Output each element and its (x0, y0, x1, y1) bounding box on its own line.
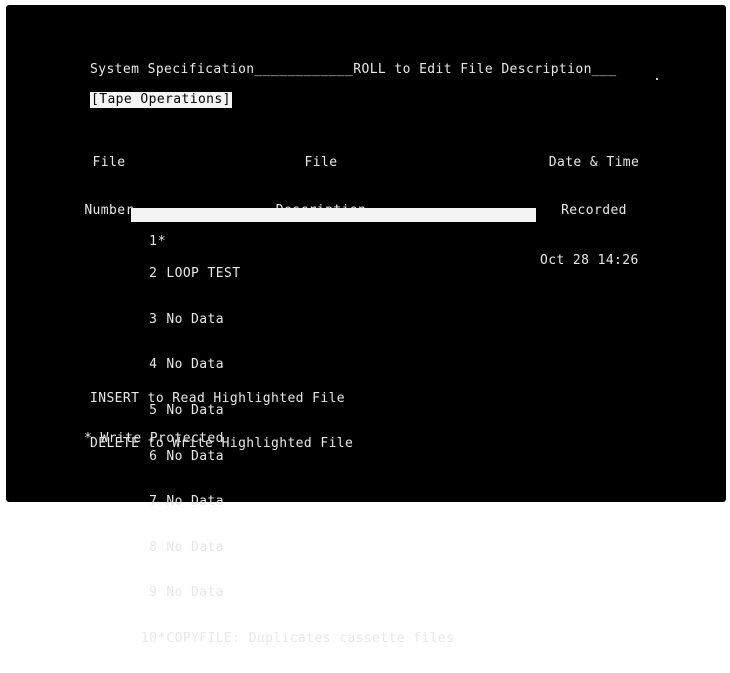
file-number: 3 (149, 311, 158, 327)
file-description[interactable]: COPYFILE: Duplicates cassette files (166, 632, 454, 646)
file-number: 7 (149, 494, 158, 510)
file-number: 9 (149, 585, 158, 601)
write-protect-flag: * (157, 234, 166, 250)
file-row[interactable]: 8 No Data (90, 527, 454, 554)
file-number: 8 (149, 539, 158, 555)
write-protected-legend: * Write Protected (84, 431, 224, 446)
file-number: 2 (149, 266, 158, 282)
column-header-line: Recorded (561, 203, 627, 218)
file-row[interactable]: 2 LOOP TEST Oct 28 14:26 (90, 253, 638, 280)
file-number: 1 (149, 234, 158, 250)
column-header-date-time: Date & Time Recorded (534, 123, 654, 251)
file-description[interactable]: No Data (166, 495, 224, 509)
file-row[interactable]: 10*COPYFILE: Duplicates cassette files (90, 618, 454, 645)
cursor-marker (656, 78, 658, 80)
file-description[interactable]: No Data (166, 541, 224, 555)
file-description[interactable]: 8085 Inverse Assembler (166, 235, 347, 249)
file-row[interactable]: 4 No Data (90, 345, 454, 371)
file-row[interactable]: 9 No Data (90, 573, 454, 599)
header-title-line: System Specification____________ROLL to … (90, 62, 617, 77)
file-row[interactable]: 7 No Data (90, 482, 454, 508)
file-date: Oct 28 14:26 (540, 252, 639, 268)
file-number: 10 (140, 630, 158, 646)
file-row[interactable]: 3 No Data (90, 299, 454, 326)
file-description[interactable]: No Data (166, 313, 224, 327)
tape-operations-tab[interactable]: [Tape Operations] (90, 92, 232, 108)
highlight-bar (131, 208, 536, 222)
insert-help-text: INSERT to Read Highlighted File (90, 391, 346, 406)
terminal-screen: System Specification____________ROLL to … (6, 5, 726, 645)
write-protect-flag: * (157, 630, 166, 646)
column-header-line: File (304, 155, 338, 170)
file-row[interactable]: 1*8085 Inverse Assembler (90, 208, 536, 248)
column-header-line: Date & Time (548, 155, 640, 170)
file-description[interactable]: No Data (166, 586, 224, 600)
column-header-line: File (92, 155, 126, 170)
key-help: INSERT to Read Highlighted File DELETE t… (90, 361, 353, 481)
file-description[interactable]: LOOP TEST (166, 267, 240, 281)
